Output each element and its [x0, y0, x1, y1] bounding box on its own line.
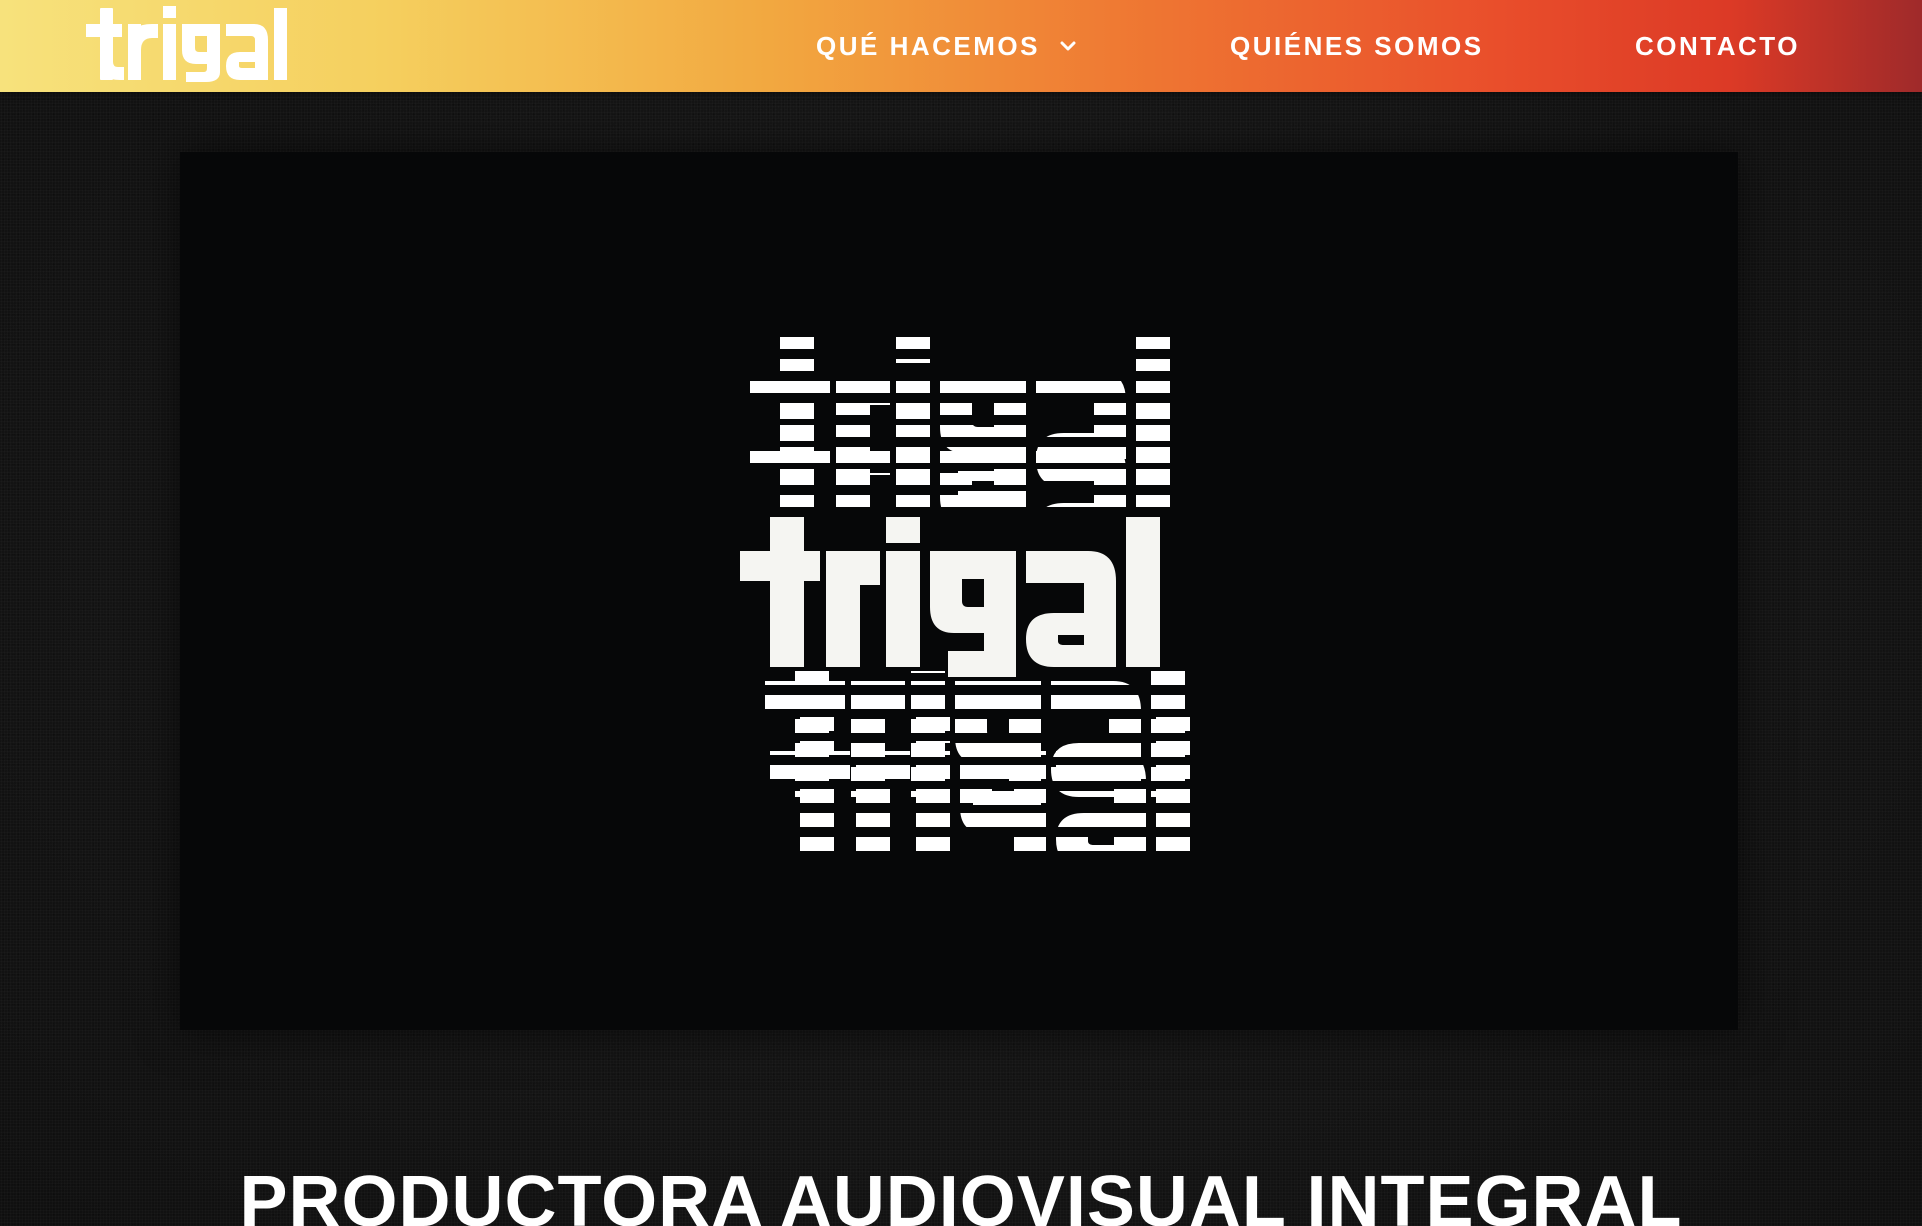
page-headline: PRODUCTORA AUDIOVISUAL INTEGRAL	[239, 1162, 1683, 1226]
glitch-trigal-logo-icon	[740, 337, 1190, 857]
hero-trigal-logo	[730, 317, 1230, 857]
site-header: QUÉ HACEMOS QUIÉNES SOMOS CONTACTO	[0, 0, 1922, 92]
nav-quienes-somos[interactable]: QUIÉNES SOMOS	[1230, 0, 1484, 92]
nav-que-hacemos[interactable]: QUÉ HACEMOS	[816, 0, 1076, 92]
chevron-down-icon[interactable]	[1060, 40, 1076, 52]
trigal-logo[interactable]	[86, 2, 336, 82]
trigal-logo-icon	[86, 6, 287, 82]
hero-video[interactable]	[180, 152, 1738, 1030]
nav-que-hacemos-label: QUÉ HACEMOS	[816, 30, 1040, 61]
nav-contacto[interactable]: CONTACTO	[1635, 0, 1800, 92]
page: QUÉ HACEMOS QUIÉNES SOMOS CONTACTO PRODU…	[0, 0, 1922, 1226]
nav-quienes-somos-label: QUIÉNES SOMOS	[1230, 30, 1484, 61]
nav-contacto-label: CONTACTO	[1635, 30, 1800, 61]
